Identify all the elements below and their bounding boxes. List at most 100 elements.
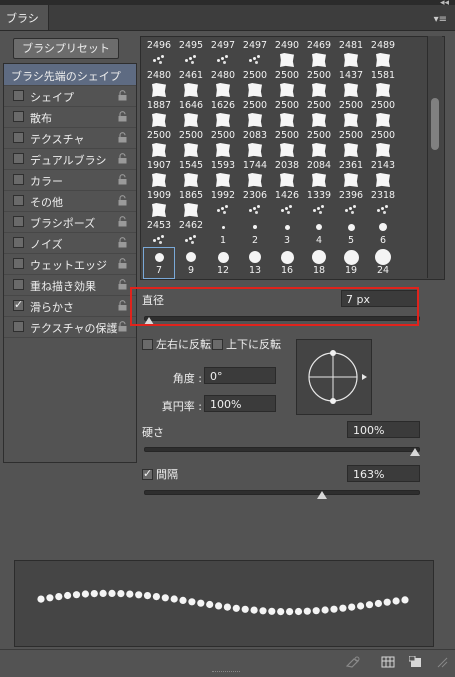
brush-tip-cell[interactable]: 2496 [143,37,175,69]
scroll-thumb[interactable] [431,98,439,150]
option-checkbox[interactable] [13,321,24,332]
brush-tip-cell[interactable]: 2361 [335,157,367,189]
hardness-field[interactable]: 100% [347,421,420,438]
lock-icon[interactable] [118,90,127,101]
brush-tip-cell[interactable]: 2084 [303,157,335,189]
option-item[interactable]: 滑らかさ [4,295,136,317]
lock-icon[interactable] [118,279,127,290]
resize-grip-icon[interactable] [434,656,448,668]
brush-tip-cell[interactable]: 1646 [175,97,207,129]
brush-tip-cell[interactable]: 1426 [271,187,303,219]
diameter-slider-knob[interactable] [144,317,155,325]
flip-x-box[interactable] [142,339,153,350]
option-item[interactable]: ウェットエッジ [4,253,136,275]
lock-icon[interactable] [118,258,127,269]
brush-tip-cell[interactable]: 2500 [271,67,303,99]
brush-tip-cell[interactable]: 2497 [239,37,271,69]
brush-tip-cell[interactable]: 2500 [271,127,303,159]
brush-tip-cell[interactable]: 2 [239,217,271,249]
brush-tip-cell[interactable]: 2461 [175,67,207,99]
option-checkbox[interactable] [13,111,24,122]
brush-tip-cell[interactable]: 1 [207,217,239,249]
angle-roundness-widget[interactable] [296,339,372,415]
roundness-field[interactable]: 100% [204,395,276,412]
lock-icon[interactable] [118,132,127,143]
option-item[interactable]: ノイズ [4,232,136,254]
brush-tip-cell[interactable]: 1909 [143,187,175,219]
brush-tip-cell[interactable]: 2489 [367,37,399,69]
flip-x-checkbox[interactable]: 左右に反転 [142,336,211,352]
brush-tip-cell[interactable]: 2306 [239,187,271,219]
brush-tip-cell[interactable]: 2500 [335,127,367,159]
brush-tip-cell[interactable]: 12 [207,247,239,279]
option-checkbox[interactable] [13,195,24,206]
lock-icon[interactable] [118,300,127,311]
option-item[interactable]: テクスチャ [4,127,136,149]
brush-presets-button[interactable]: ブラシプリセット [13,38,119,59]
brush-tip-cell[interactable]: 16 [271,247,303,279]
brush-tip-cell[interactable]: 2500 [175,127,207,159]
spacing-slider-knob[interactable] [317,491,328,499]
brush-tip-cell[interactable]: 2500 [207,127,239,159]
brush-tip-cell[interactable]: 1339 [303,187,335,219]
option-checkbox[interactable] [13,237,24,248]
option-item[interactable]: その他 [4,190,136,212]
lock-icon[interactable] [118,111,127,122]
brush-tip-cell[interactable]: 2490 [271,37,303,69]
option-checkbox[interactable] [13,153,24,164]
brush-tip-cell[interactable]: 2038 [271,157,303,189]
hardness-slider-knob[interactable] [410,448,421,456]
option-item[interactable]: 散布 [4,106,136,128]
brush-tip-cell[interactable]: 1593 [207,157,239,189]
lock-icon[interactable] [118,195,127,206]
brush-tip-cell[interactable]: 2481 [335,37,367,69]
toggle-live-tip-icon[interactable] [346,656,360,668]
brush-tip-cell[interactable]: 1907 [143,157,175,189]
brush-tip-cell[interactable]: 2469 [303,37,335,69]
brush-tip-cell[interactable]: 2495 [175,37,207,69]
flip-y-checkbox[interactable]: 上下に反転 [212,336,281,352]
option-checkbox[interactable] [13,174,24,185]
brush-tip-cell[interactable]: 2396 [335,187,367,219]
brush-tip-cell[interactable]: 7 [143,247,175,279]
brush-tip-cell[interactable]: 24 [367,247,399,279]
brush-tip-cell[interactable]: 2497 [207,37,239,69]
brush-tip-cell[interactable]: 1626 [207,97,239,129]
flip-y-box[interactable] [212,339,223,350]
brush-tip-cell[interactable]: 13 [239,247,271,279]
brush-tip-cell[interactable]: 2143 [367,157,399,189]
brush-tip-cell[interactable]: 2083 [239,127,271,159]
lock-icon[interactable] [118,174,127,185]
brush-tip-cell[interactable]: 2318 [367,187,399,219]
option-checkbox[interactable] [13,298,24,311]
brush-tip-cell[interactable]: 2500 [239,67,271,99]
brush-tip-cell[interactable]: 1992 [207,187,239,219]
brush-tip-cell[interactable]: 1865 [175,187,207,219]
lock-icon[interactable] [118,216,127,227]
option-checkbox[interactable] [13,258,24,269]
brush-tip-cell[interactable]: 2500 [303,127,335,159]
brush-tip-cell[interactable]: 2480 [143,67,175,99]
brush-grid-scrollbar[interactable] [427,36,442,278]
brush-tip-cell[interactable]: 19 [335,247,367,279]
brush-tip-cell[interactable]: 2500 [303,67,335,99]
option-item[interactable]: ブラシポーズ [4,211,136,233]
tab-brush[interactable]: ブラシ [0,5,49,30]
angle-field[interactable]: 0° [204,367,276,384]
brush-tip-cell[interactable]: 2453 [143,217,175,249]
brush-tip-cell[interactable]: 2480 [207,67,239,99]
spacing-box[interactable] [142,467,153,480]
brush-tip-cell[interactable]: 9 [175,247,207,279]
brush-tip-cell[interactable]: 2500 [239,97,271,129]
lock-icon[interactable] [118,321,127,332]
resize-handle[interactable] [212,671,240,675]
diameter-field[interactable]: 7 px [341,290,418,307]
brush-tip-cell[interactable]: 4 [303,217,335,249]
brush-tip-cell[interactable]: 18 [303,247,335,279]
option-item[interactable]: シェイプ [4,85,136,107]
brush-tip-cell[interactable]: 2500 [335,97,367,129]
brush-tip-cell[interactable]: 1744 [239,157,271,189]
brush-tip-cell[interactable]: 1581 [367,67,399,99]
grid-view-icon[interactable] [381,656,395,668]
diameter-slider[interactable] [144,316,420,321]
